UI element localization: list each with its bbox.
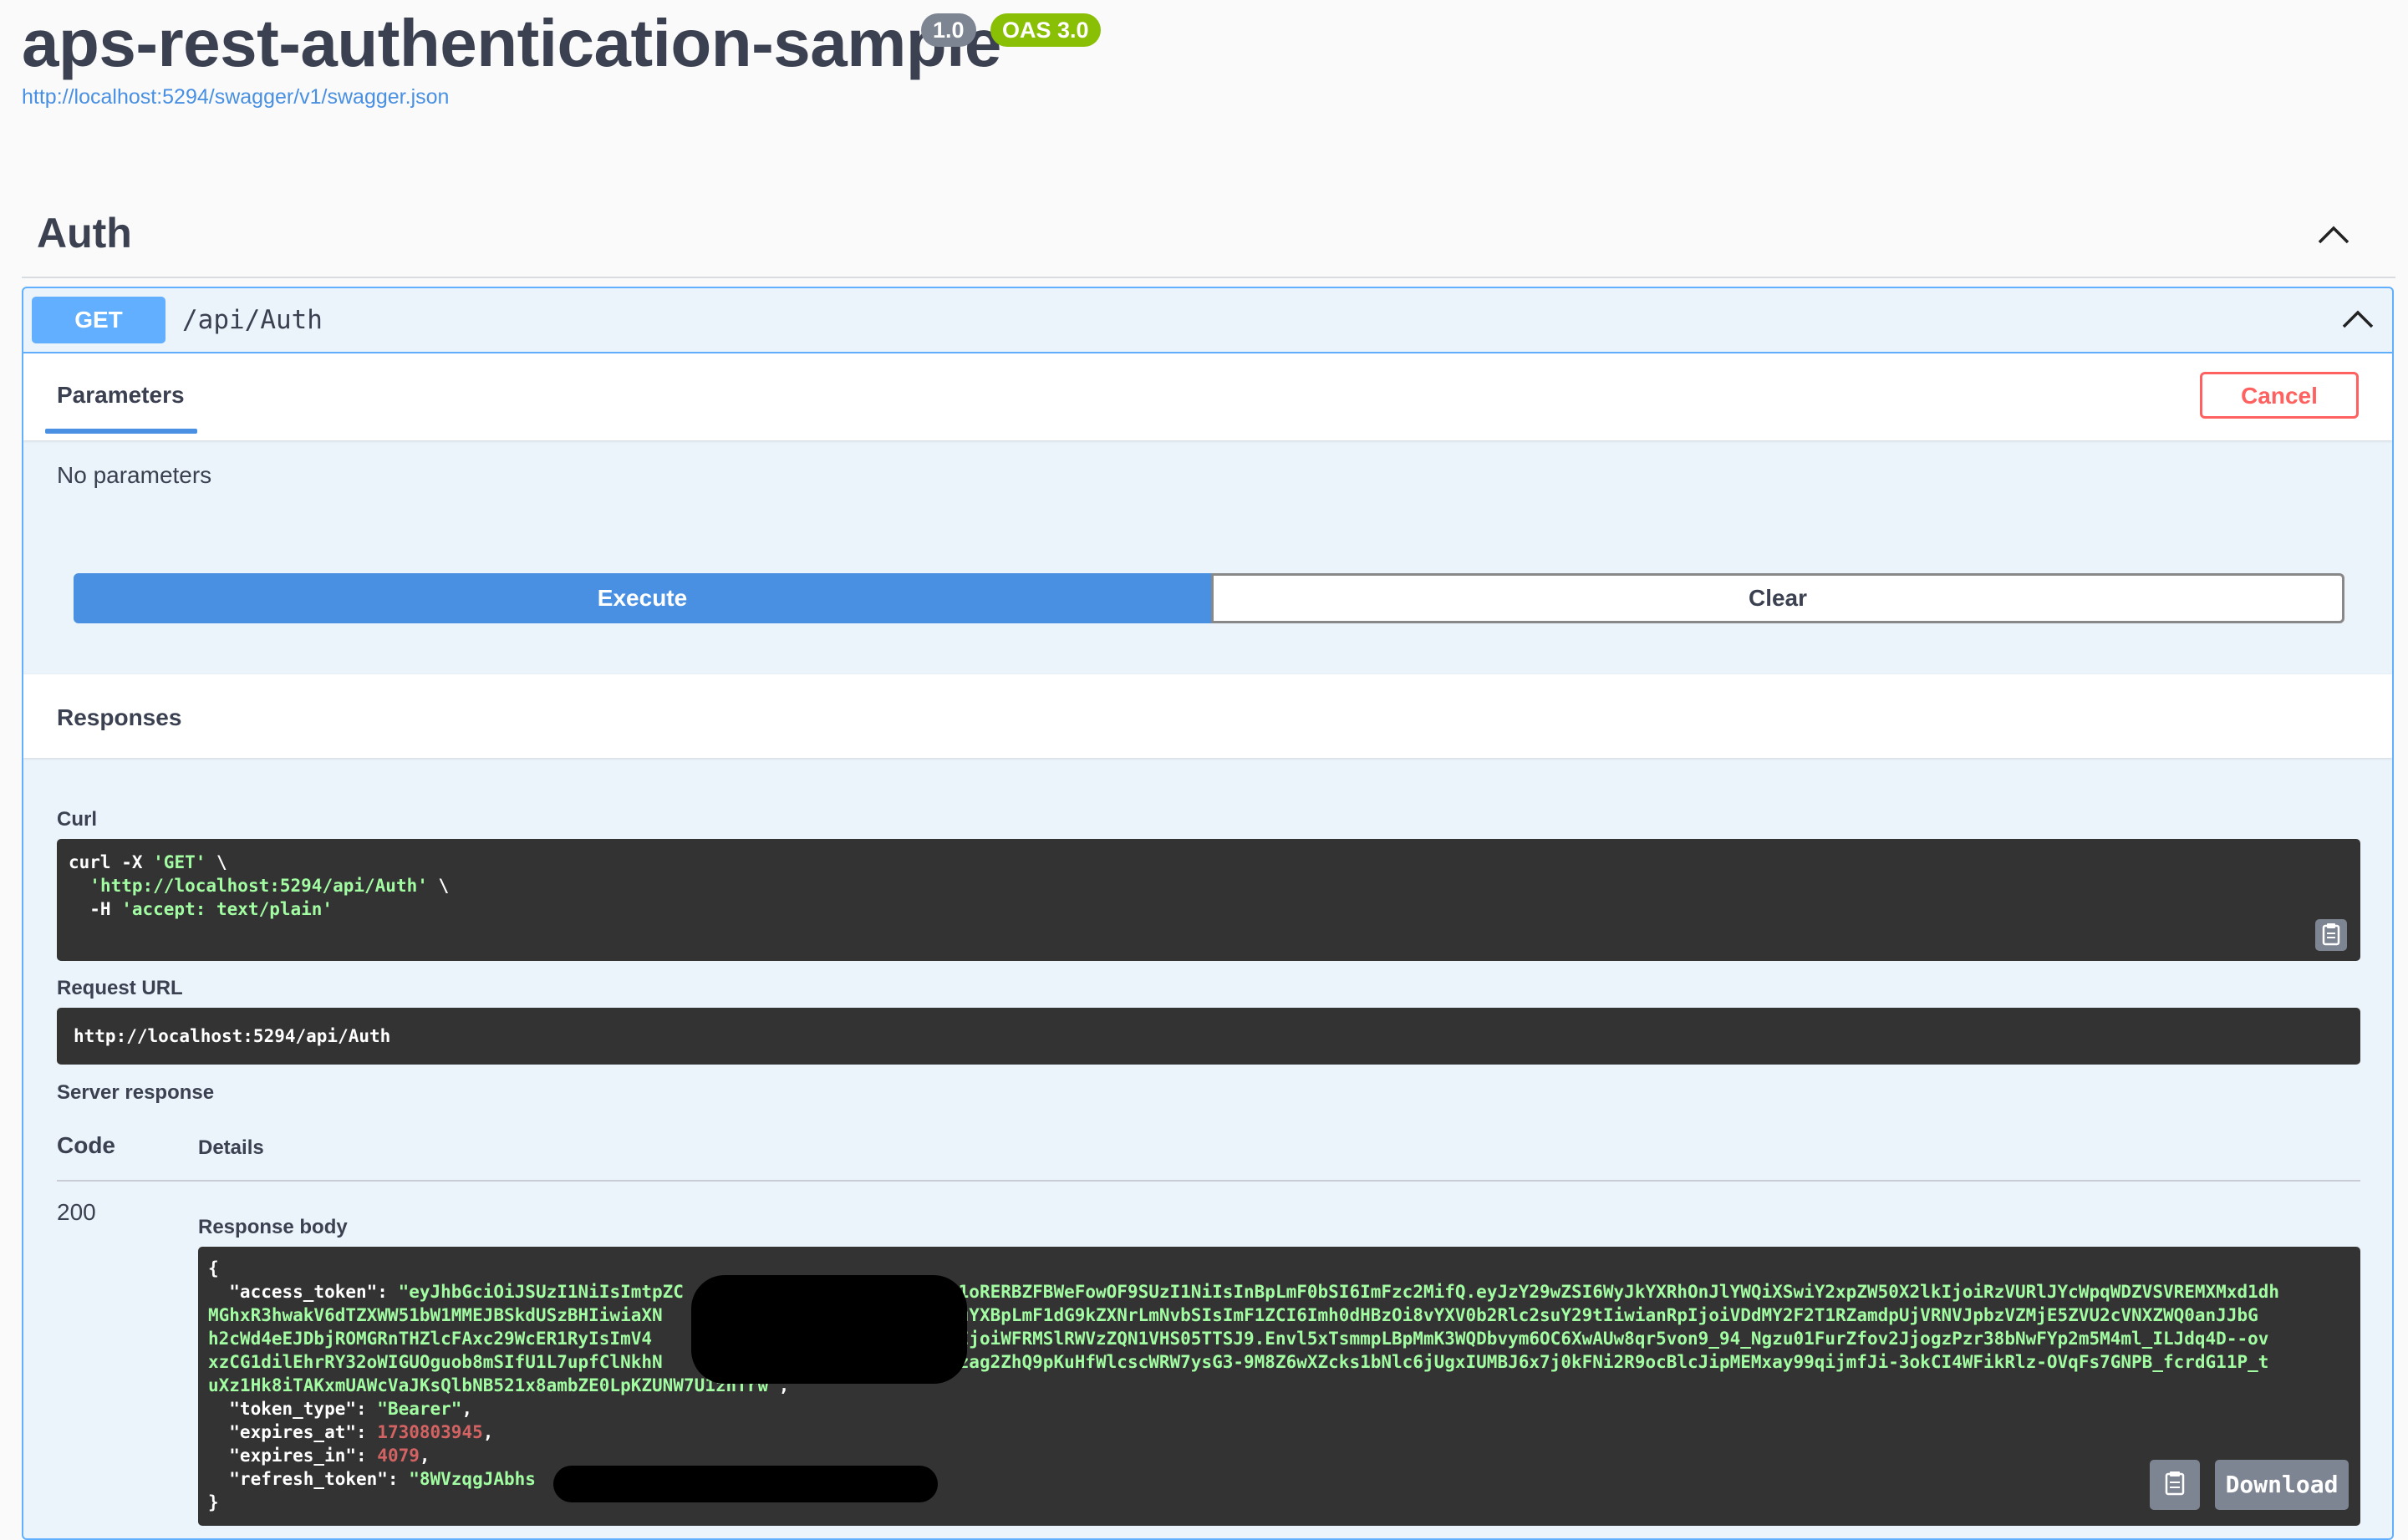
method-badge: GET (32, 297, 165, 343)
version-badge: 1.0 (921, 13, 976, 47)
request-url-box[interactable]: http://localhost:5294/api/Auth (57, 1008, 2360, 1065)
json-brace: } (208, 1492, 219, 1512)
chevron-up-icon[interactable] (2342, 310, 2374, 328)
json-line-access-token-cont: MGhxR3hwakV6dTZXWW51bW1MMEJBSkdUSzBHIiwi… (208, 1305, 2258, 1325)
operation-summary[interactable]: GET /api/Auth (23, 288, 2392, 353)
tag-divider (22, 277, 2395, 278)
download-button[interactable]: Download (2215, 1460, 2349, 1510)
redaction-mark (691, 1275, 967, 1384)
curl-line: 'http://localhost:5294/api/Auth' \ (89, 876, 450, 896)
curl-line: curl -X 'GET' \ (69, 852, 227, 872)
json-line-access-token-cont: xzCG1dilEhrRY32oWIGUOguob8mSIfU1L7upfClN… (208, 1352, 2269, 1372)
response-body-label: Response body (198, 1216, 348, 1238)
responses-title: Responses (57, 704, 182, 730)
parameters-section-header: Parameters Cancel (23, 353, 2392, 440)
code-column-header: Code (57, 1132, 115, 1158)
json-line-access-token-cont: h2cWd4eEJDbjROMGRnTHZlcFAxc29WcER1RyIsIm… (208, 1329, 2269, 1349)
details-column-header: Details (198, 1136, 264, 1159)
no-parameters-text: No parameters (57, 462, 212, 488)
copy-curl-button[interactable] (2315, 919, 2347, 951)
json-line-refresh-token: "refresh_token": "8WVzqgJAbhs (208, 1469, 536, 1489)
request-url-label: Request URL (57, 977, 183, 999)
tab-parameters[interactable]: Parameters (57, 382, 185, 409)
clipboard-icon (2165, 1471, 2185, 1496)
clear-button[interactable]: Clear (1211, 573, 2344, 623)
response-body-block[interactable]: { "access_token": "eyJhbGciOiJSUzI1NiIsI… (198, 1247, 2360, 1526)
execute-button[interactable]: Execute (74, 573, 1211, 623)
cancel-button[interactable]: Cancel (2200, 372, 2359, 419)
oas-badge: OAS 3.0 (990, 13, 1101, 47)
operation-get-api-auth: GET /api/Auth Parameters Cancel No param… (22, 287, 2394, 1540)
curl-line: -H 'accept: text/plain' (69, 899, 333, 919)
server-response-label: Server response (57, 1081, 215, 1104)
request-url-value: http://localhost:5294/api/Auth (74, 1026, 391, 1046)
curl-code-block[interactable]: curl -X 'GET' \ 'http://localhost:5294/a… (57, 839, 2360, 961)
json-line-token-type: "token_type": "Bearer", (208, 1399, 473, 1419)
tab-active-indicator (45, 429, 197, 434)
json-line-access-token: "access_token": "eyJhbGciOiJSUzI1NiIsImt… (208, 1282, 2280, 1302)
chevron-up-icon[interactable] (2318, 226, 2349, 244)
json-line-expires-at: "expires_at": 1730803945, (208, 1422, 494, 1442)
copy-response-button[interactable] (2150, 1460, 2200, 1510)
tag-title-auth[interactable]: Auth (37, 209, 132, 257)
json-line-expires-in: "expires_in": 4079, (208, 1446, 430, 1466)
status-code: 200 (57, 1199, 96, 1225)
json-line-access-token-end: uXz1Hk8iTAKxmUAWcVaJKsQlbNB521x8ambZE0Lp… (208, 1375, 790, 1395)
operation-path: /api/Auth (182, 305, 323, 335)
clipboard-icon (2322, 923, 2340, 946)
responses-table-divider (57, 1180, 2360, 1182)
redaction-mark (553, 1466, 938, 1502)
curl-label: Curl (57, 808, 97, 831)
api-title: aps-rest-authentication-sample (22, 6, 1001, 80)
responses-section-header: Responses (23, 674, 2392, 758)
spec-link[interactable]: http://localhost:5294/swagger/v1/swagger… (22, 85, 449, 109)
json-brace: { (208, 1258, 219, 1278)
